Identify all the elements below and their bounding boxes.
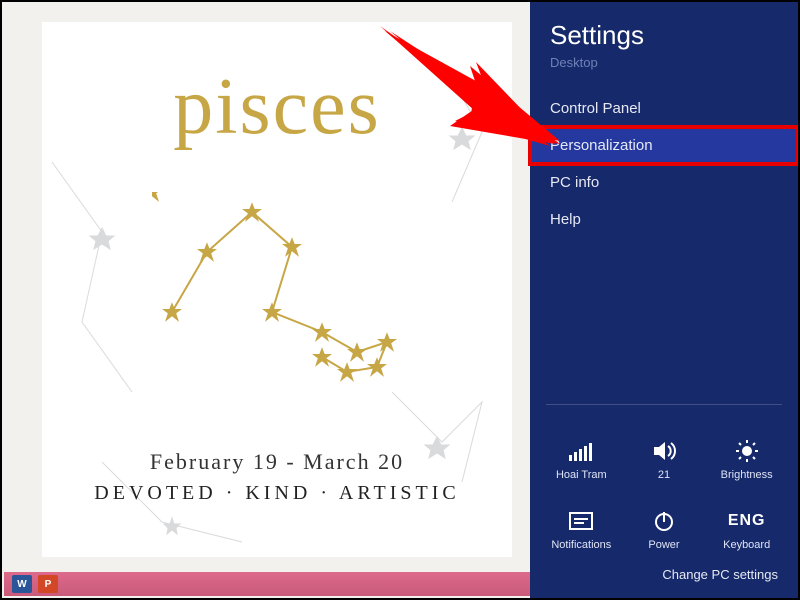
taskbar-word-icon[interactable]: W [12, 575, 32, 593]
signal-bars-icon [566, 438, 596, 464]
settings-item-pc-info[interactable]: PC info [530, 164, 798, 201]
wallpaper-poster: pisces February 19 [42, 22, 512, 557]
settings-item-personalization[interactable]: Personalization [530, 127, 798, 164]
wallpaper-date-range: February 19 - March 20 [42, 449, 512, 475]
notifications-icon [566, 508, 596, 534]
tile-network-label: Hoai Tram [556, 469, 607, 481]
change-pc-settings-link[interactable]: Change PC settings [530, 557, 798, 598]
wallpaper-title-script: pisces [42, 62, 512, 153]
settings-title: Settings [530, 2, 798, 55]
tile-volume[interactable]: 21 [623, 419, 706, 481]
tile-keyboard[interactable]: ENG Keyboard [705, 489, 788, 551]
keyboard-lang-icon: ENG [732, 508, 762, 534]
tile-volume-label: 21 [658, 469, 670, 481]
tile-power-label: Power [648, 539, 679, 551]
power-icon [649, 508, 679, 534]
tile-power[interactable]: Power [623, 489, 706, 551]
quick-settings-grid: Hoai Tram 21 Brightness Notifications [530, 405, 798, 557]
tile-notifications[interactable]: Notifications [540, 489, 623, 551]
settings-charm-panel: Settings Desktop Control Panel Personali… [530, 2, 798, 598]
settings-item-control-panel[interactable]: Control Panel [530, 90, 798, 127]
tile-brightness-label: Brightness [721, 469, 773, 481]
desktop-area: pisces February 19 [2, 2, 530, 598]
tile-network[interactable]: Hoai Tram [540, 419, 623, 481]
tile-keyboard-label: Keyboard [723, 539, 770, 551]
screenshot-stage: pisces February 19 [0, 0, 800, 600]
taskbar-powerpoint-icon[interactable]: P [38, 575, 58, 593]
settings-menu-list: Control Panel Personalization PC info He… [530, 90, 798, 238]
tile-brightness[interactable]: Brightness [705, 419, 788, 481]
wallpaper-traits: DEVOTED · KIND · ARTISTIC [42, 482, 512, 505]
taskbar: W P [4, 572, 530, 596]
settings-item-help[interactable]: Help [530, 201, 798, 238]
tile-notifications-label: Notifications [551, 539, 611, 551]
speaker-icon [649, 438, 679, 464]
pisces-constellation [152, 192, 412, 392]
settings-subtitle: Desktop [530, 55, 798, 90]
brightness-icon [732, 438, 762, 464]
